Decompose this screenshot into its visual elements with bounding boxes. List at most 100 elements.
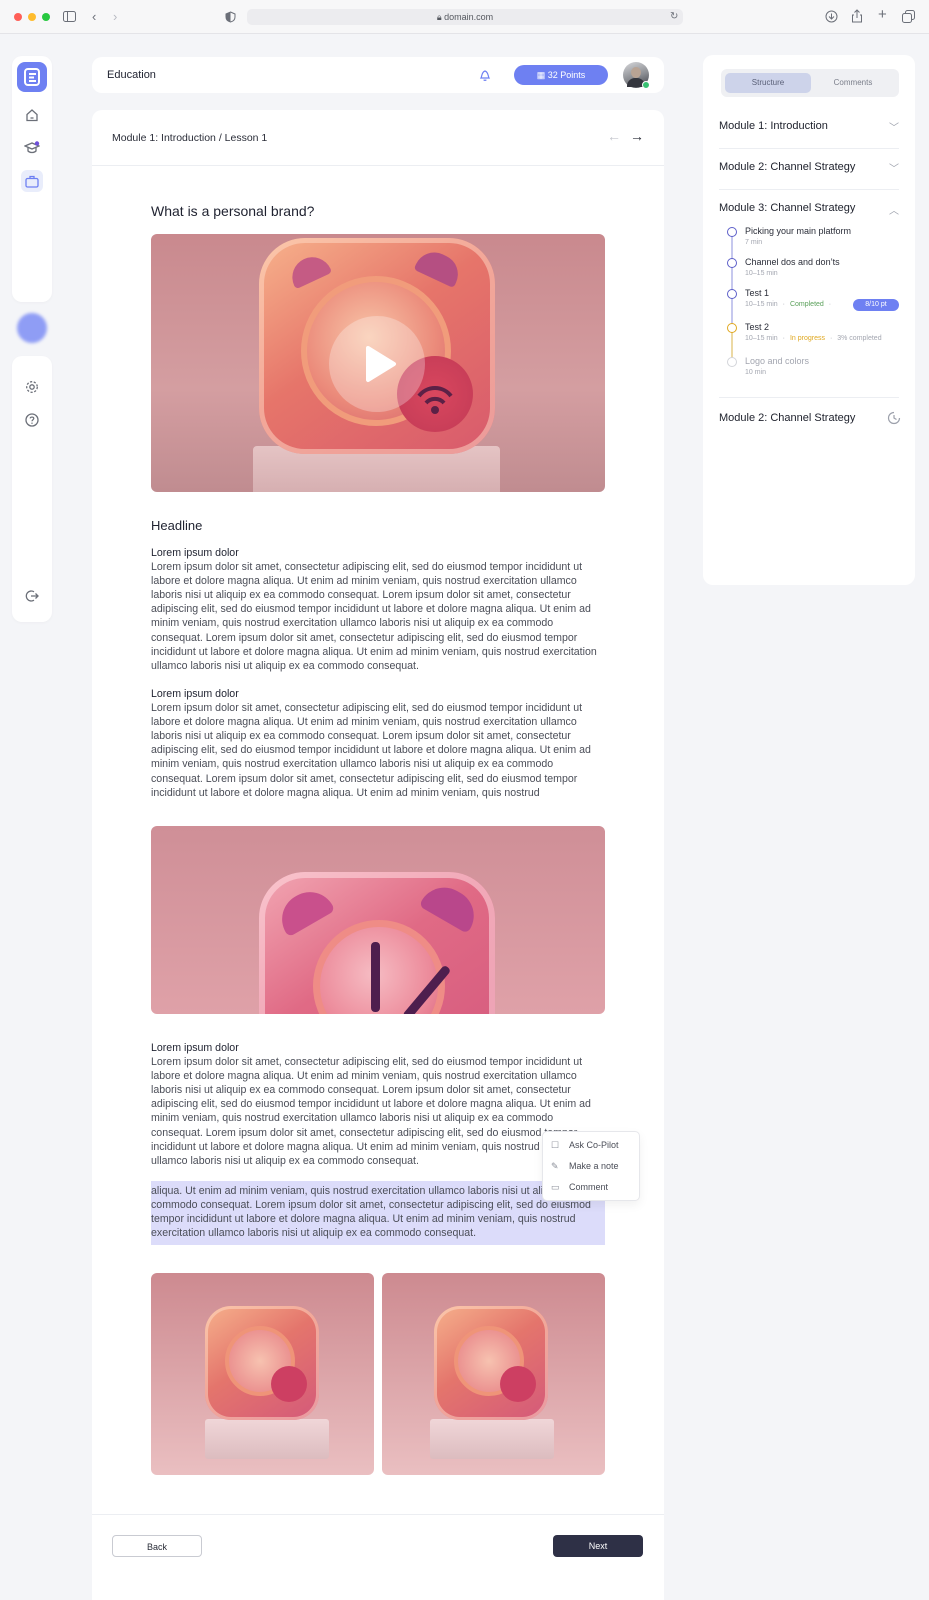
home-icon[interactable] [21,104,43,126]
close-window-button[interactable] [14,13,22,21]
comment-icon: ▭ [551,1182,560,1192]
lesson-status-dot [727,289,737,299]
lesson-title: Picking your main platform [745,226,852,236]
module-item[interactable]: Module 2: Channel Strategy [719,412,855,424]
divider [92,165,664,166]
chevron-down-icon[interactable]: ﹀ [889,160,899,175]
minimize-window-button[interactable] [28,13,36,21]
lesson-status-dot [727,258,737,268]
app-logo-icon[interactable] [17,62,47,92]
maximize-window-button[interactable] [42,13,50,21]
clock-body [434,1306,548,1420]
divider [719,189,899,190]
comment-menu-item[interactable]: ▭ Comment [551,1182,608,1193]
lesson-meta: 10–15 min · In progress · 3% completed [745,335,882,342]
back-nav-icon[interactable]: ‹ [92,10,96,24]
wifi-badge [500,1366,536,1402]
clock-bell-right [418,878,484,934]
module-item[interactable]: Module 1: Introduction [719,120,828,132]
lesson-title: Logo and colors [745,356,810,366]
divider [719,148,899,149]
briefcase-icon[interactable] [21,170,43,192]
lesson-item[interactable]: Picking your main platform 7 min [745,226,851,246]
lesson-title: Channel dos and don’ts [745,257,840,267]
tabs-overview-icon[interactable] [902,10,915,23]
pencil-icon: ✎ [551,1161,559,1171]
clock-bell-left [272,882,336,938]
alarm-clock-image [151,1273,374,1475]
next-button[interactable]: Next [553,1535,643,1557]
lesson-duration: 10–15 min [745,301,778,308]
context-menu: ☐ Ask Co-Pilot ✎ Make a note ▭ Comment [542,1131,640,1201]
section-headline: Headline [151,518,203,533]
section-body: Lorem ipsum dolor sit amet, consectetur … [151,702,591,799]
pedestal-image [205,1419,329,1459]
new-tab-icon[interactable]: + [878,7,887,22]
tab-structure[interactable]: Structure [725,73,811,93]
help-icon[interactable] [21,409,43,431]
points-badge[interactable]: ▦ 32 Points [514,65,608,85]
lesson-status-dot [727,227,737,237]
play-button[interactable] [329,316,425,412]
copilot-icon: ☐ [551,1140,560,1150]
clock-icon [887,411,901,425]
lesson-item[interactable]: Logo and colors 10 min [745,356,809,376]
graduation-icon[interactable] [21,137,43,159]
lesson-status: Completed [789,301,824,308]
lesson-status-dot [727,323,737,333]
sidebar-toggle-icon[interactable] [63,11,76,22]
divider [719,397,899,398]
lesson-duration: 10 min [745,369,767,376]
chevron-up-icon[interactable]: ︿ [889,202,899,217]
top-bar: Education ▦ 32 Points [92,57,664,93]
lesson-progress: 3% completed [837,335,882,342]
back-button[interactable]: Back [112,1535,202,1557]
address-bar[interactable]: 🔒︎ domain.com [247,9,683,25]
menu-item-label: Ask Co-Pilot [569,1140,619,1150]
lesson-item[interactable]: Channel dos and don’ts 10–15 min [745,257,840,277]
tab-comments[interactable]: Comments [811,73,895,93]
section-heading: Lorem ipsum dolor [151,547,239,559]
section-body: Lorem ipsum dolor sit amet, consectetur … [151,561,597,672]
section-heading: Lorem ipsum dolor [151,688,239,700]
url-text: domain.com [444,12,494,22]
pedestal-image [430,1419,554,1459]
lesson-duration: 10–15 min [745,335,778,342]
reload-icon[interactable]: ↻ [670,10,678,24]
wifi-badge [271,1366,307,1402]
course-structure-panel: Structure Comments Module 1: Introductio… [703,55,915,585]
clock-bell-right [413,245,465,289]
module-item[interactable]: Module 2: Channel Strategy [719,161,855,173]
ask-copilot-menu-item[interactable]: ☐ Ask Co-Pilot [551,1140,619,1151]
clock-bell-left [285,250,333,290]
lesson-duration: 7 min [745,239,763,246]
logout-icon[interactable] [21,585,43,607]
module-item[interactable]: Module 3: Channel Strategy [719,202,855,214]
nav-rail-top [12,56,52,302]
download-icon[interactable] [825,10,838,23]
share-icon[interactable] [851,9,863,23]
status-blob [17,313,47,343]
lesson-status-dot [727,357,737,367]
menu-item-label: Make a note [569,1161,619,1171]
lesson-title: Test 1 [745,288,770,298]
chevron-down-icon[interactable]: ﹀ [889,119,899,134]
lesson-status: In progress [789,335,825,342]
lesson-item[interactable]: Test 2 10–15 min · In progress · 3% comp… [745,322,905,342]
play-icon[interactable] [329,316,425,412]
previous-lesson-icon[interactable]: ← [607,128,621,144]
avatar[interactable] [623,62,650,89]
make-note-menu-item[interactable]: ✎ Make a note [551,1161,619,1172]
bell-icon[interactable] [479,68,491,82]
shield-icon[interactable] [225,11,236,23]
score-badge: 8/10 pt [853,299,899,311]
forward-nav-icon[interactable]: › [113,10,117,24]
settings-icon[interactable] [21,376,43,398]
next-lesson-icon[interactable]: → [630,128,644,144]
browser-toolbar: ‹ › 🔒︎ domain.com ↻ + [0,0,929,34]
alarm-clock-image [151,826,605,1014]
selected-text[interactable]: aliqua. Ut enim ad minim veniam, quis no… [151,1184,603,1240]
video-player[interactable] [151,234,605,492]
lesson-title: What is a personal brand? [151,203,315,219]
clock-body [205,1306,319,1420]
